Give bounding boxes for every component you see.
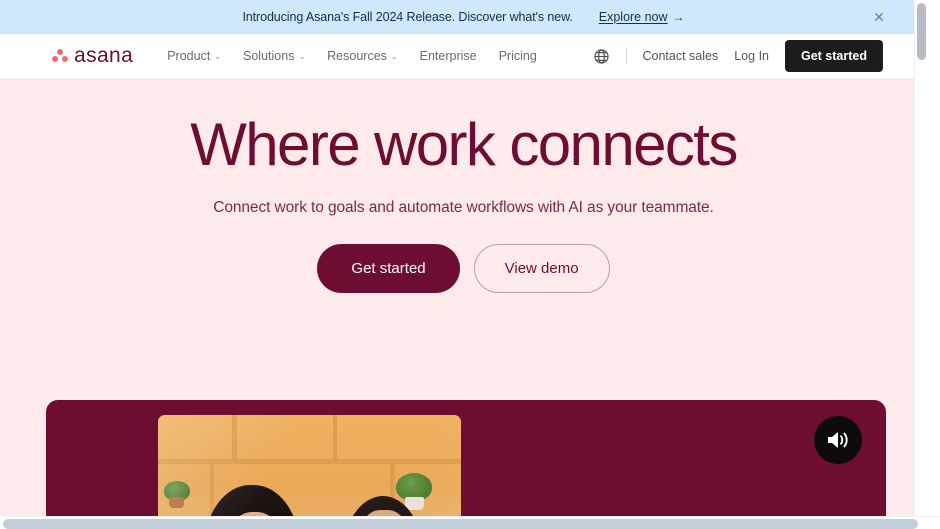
nav-divider	[625, 47, 627, 65]
chevron-down-icon: ⌄	[214, 52, 222, 61]
vertical-scrollbar-thumb[interactable]	[917, 3, 926, 60]
nav-item-solutions[interactable]: Solutions ⌄	[243, 49, 305, 63]
shelf	[333, 415, 337, 461]
nav-item-resources[interactable]: Resources ⌄	[327, 49, 397, 63]
nav-item-resources-label: Resources	[327, 49, 387, 63]
plant-pot	[169, 497, 184, 508]
login-link[interactable]: Log In	[734, 49, 769, 63]
top-navigation: asana Product ⌄ Solutions ⌄ Resources ⌄ …	[0, 34, 927, 79]
chevron-down-icon: ⌄	[390, 52, 398, 61]
asana-logo[interactable]: asana	[52, 44, 133, 68]
shelf	[232, 415, 237, 461]
browser-page: Introducing Asana's Fall 2024 Release. D…	[0, 0, 940, 529]
nav-item-enterprise[interactable]: Enterprise	[420, 49, 477, 63]
explore-now-link[interactable]: Explore now →	[599, 10, 685, 24]
hero-cta-group: Get started View demo	[0, 244, 927, 293]
horizontal-scrollbar-thumb[interactable]	[3, 519, 918, 529]
nav-item-pricing[interactable]: Pricing	[499, 49, 537, 63]
globe-icon[interactable]	[593, 48, 610, 65]
video-frame-photo	[158, 415, 461, 518]
hero-section: Where work connects Connect work to goal…	[0, 79, 927, 518]
vertical-scrollbar[interactable]	[914, 0, 927, 518]
announcement-banner: Introducing Asana's Fall 2024 Release. D…	[0, 0, 927, 34]
nav-links: Product ⌄ Solutions ⌄ Resources ⌄ Enterp…	[167, 49, 537, 63]
contact-sales-link[interactable]: Contact sales	[643, 49, 719, 63]
asana-logo-icon	[52, 49, 68, 63]
explore-now-label: Explore now	[598, 10, 668, 24]
hero-get-started-button[interactable]: Get started	[317, 244, 460, 293]
nav-item-solutions-label: Solutions	[243, 49, 295, 63]
page-viewport: Introducing Asana's Fall 2024 Release. D…	[0, 0, 927, 518]
horizontal-scrollbar[interactable]	[0, 516, 940, 529]
nav-item-enterprise-label: Enterprise	[419, 49, 477, 63]
shelf	[158, 459, 461, 464]
asana-wordmark: asana	[74, 44, 134, 67]
announcement-text: Introducing Asana's Fall 2024 Release. D…	[242, 10, 573, 24]
nav-item-pricing-label: Pricing	[498, 49, 537, 63]
page-title: Where work connects	[190, 111, 738, 178]
chevron-down-icon: ⌄	[298, 52, 306, 61]
hero-video-player[interactable]: Where work connects	[46, 400, 886, 518]
sound-toggle-button[interactable]	[814, 416, 862, 464]
nav-item-product-label: Product	[167, 49, 211, 63]
speaker-unmute-icon	[828, 432, 848, 448]
nav-item-product[interactable]: Product ⌄	[167, 49, 221, 63]
close-icon[interactable]: ✕	[869, 7, 889, 27]
hero-view-demo-button[interactable]: View demo	[473, 244, 610, 293]
get-started-button[interactable]: Get started	[785, 40, 883, 72]
hero-subtitle: Connect work to goals and automate workf…	[213, 199, 714, 216]
nav-right-group: Contact sales Log In Get started	[593, 40, 883, 72]
arrow-right-icon: →	[672, 10, 685, 24]
